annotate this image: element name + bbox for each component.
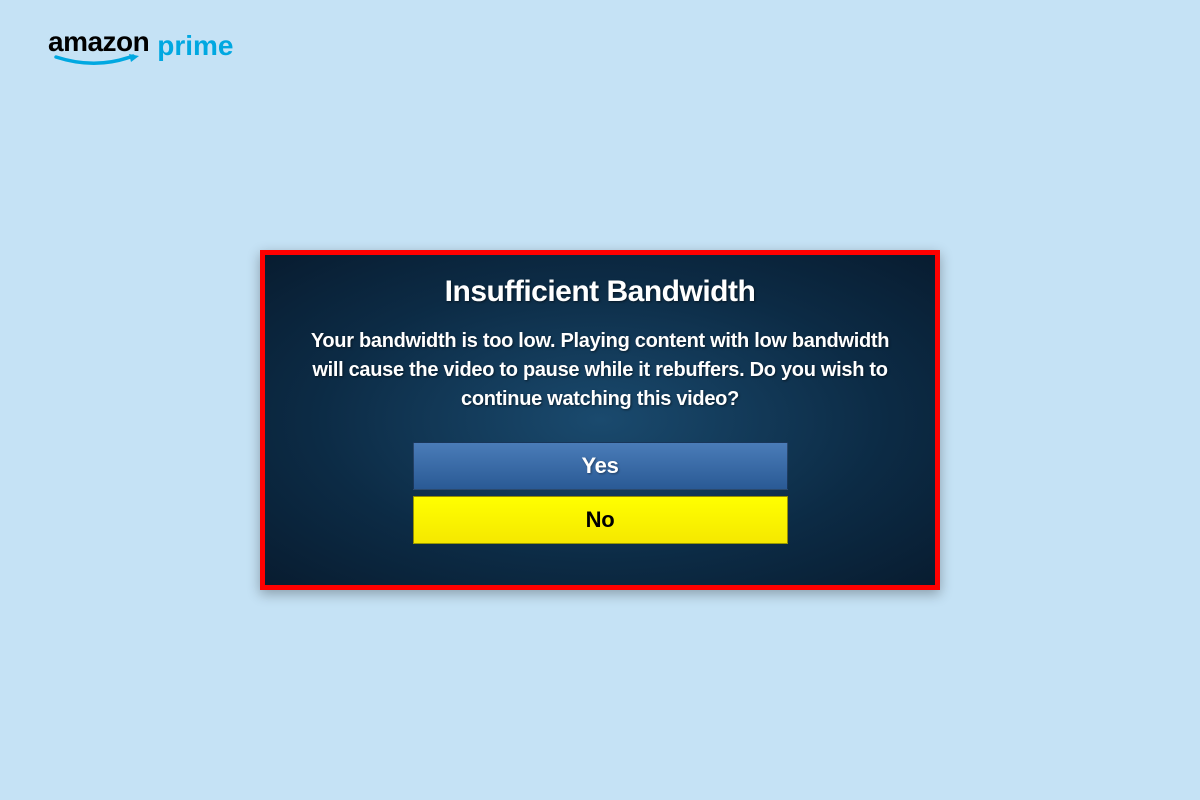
- amazon-smile-icon: [51, 54, 146, 70]
- no-button[interactable]: No: [413, 496, 788, 544]
- bandwidth-dialog: Insufficient Bandwidth Your bandwidth is…: [260, 250, 940, 590]
- dialog-title: Insufficient Bandwidth: [445, 275, 756, 309]
- amazon-text: amazon: [48, 28, 149, 56]
- yes-button[interactable]: Yes: [413, 442, 788, 490]
- amazon-prime-logo: amazon prime: [48, 28, 234, 70]
- dialog-message: Your bandwidth is too low. Playing conte…: [310, 327, 890, 414]
- prime-text: prime: [157, 32, 233, 60]
- amazon-logo-part: amazon: [48, 28, 149, 70]
- dialog-buttons: Yes No: [413, 442, 788, 544]
- dialog-content: Insufficient Bandwidth Your bandwidth is…: [265, 255, 935, 585]
